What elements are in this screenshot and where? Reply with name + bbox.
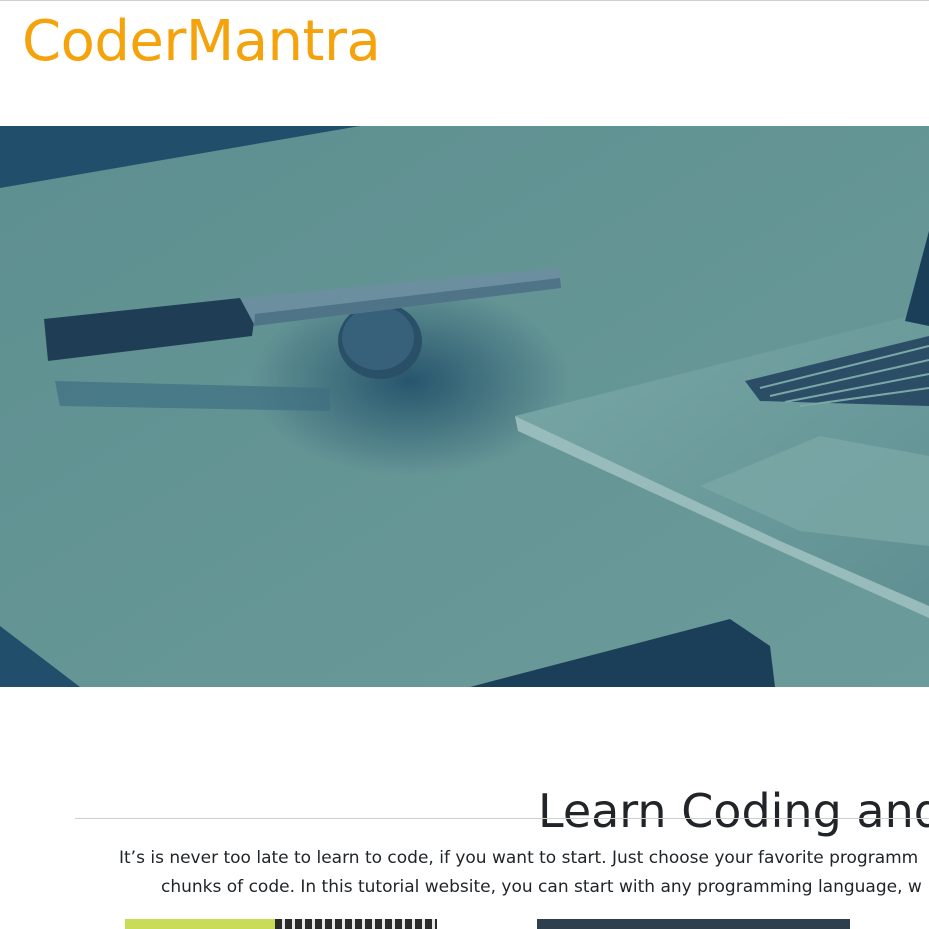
card-thumbnail-2[interactable] <box>537 919 850 929</box>
hero-banner-image <box>0 126 929 687</box>
intro-text-line-2: chunks of code. In this tutorial website… <box>161 877 922 897</box>
section-heading: Learn Coding and <box>538 783 929 838</box>
site-header: CoderMantra <box>0 1 929 126</box>
card-thumbnail-1[interactable] <box>125 919 437 929</box>
page: CoderMantra Learn Coding and It’s is nev… <box>0 0 929 929</box>
keyboard-thumbnail-pattern <box>275 919 437 929</box>
intro-text-line-1: It’s is never too late to learn to code,… <box>119 848 919 868</box>
brand-logo-link[interactable]: CoderMantra <box>22 7 381 77</box>
hero-illustration <box>0 126 929 687</box>
heading-divider <box>75 818 929 819</box>
